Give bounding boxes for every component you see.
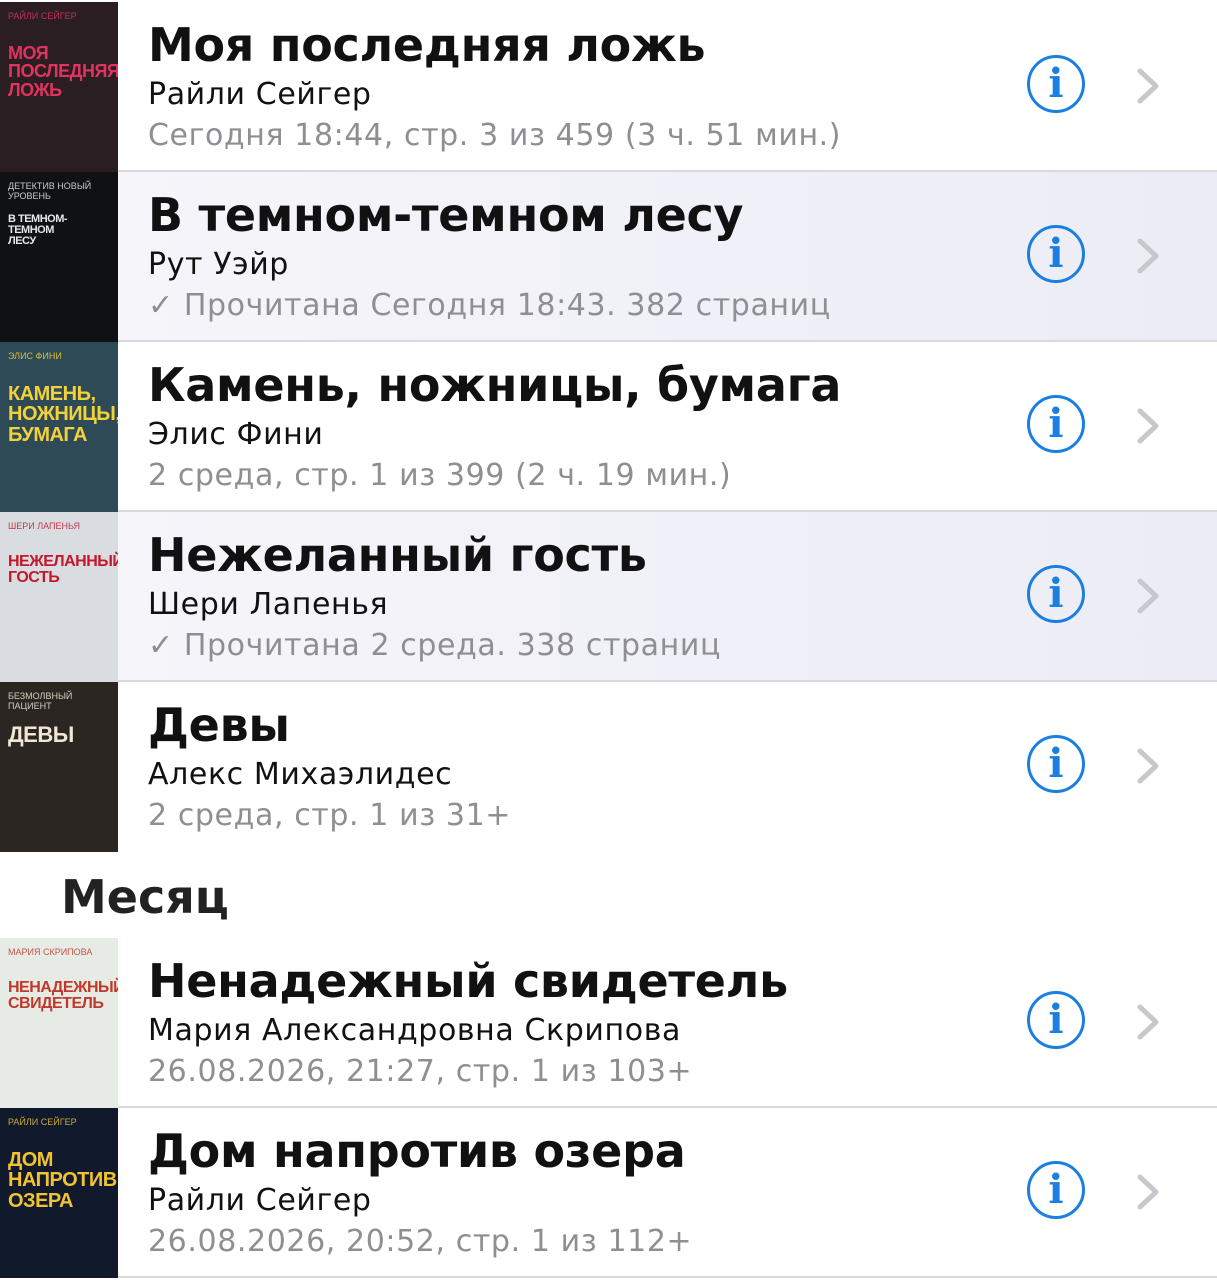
info-icon[interactable]: i [1027, 565, 1085, 623]
chevron-right-icon[interactable] [1132, 1174, 1162, 1210]
chevron-right-icon[interactable] [1132, 68, 1162, 104]
cover-title-line: ЛОЖЬ [8, 79, 62, 100]
info-icon[interactable]: i [1027, 991, 1085, 1049]
cover-small-text: Райли Сейгер [8, 1117, 77, 1127]
book-cover-art: ШЕРИ ЛАПЕНЬЯ НЕЖЕЛАННЫЙ ГОСТЬ [0, 512, 118, 682]
book-author: Шери Лапенья [148, 587, 389, 622]
cover-title-line: В ТЕМНОМ-ТЕМНОМ [8, 213, 68, 237]
book-cover[interactable]: БЕЗМОЛВНЫЙ ПАЦИЕНТ ДЕВЫ [0, 682, 118, 852]
book-progress-status: ✓ Прочитана Сегодня 18:43. 382 страниц [148, 288, 831, 323]
cover-small-text: ЭЛИС ФИНИ [8, 351, 62, 361]
book-author: Райли Сейгер [148, 77, 372, 112]
info-icon[interactable]: i [1027, 395, 1085, 453]
cover-title-line: СВИДЕТЕЛЬ [8, 995, 104, 1013]
cover-small-text: РАЙЛИ СЕЙГЕР [8, 11, 77, 21]
cover-title-line: ПОСЛЕДНЯЯ [8, 61, 118, 82]
book-cover-art: ДЕТЕКТИВ НОВЫЙ УРОВЕНЬ В ТЕМНОМ-ТЕМНОМ ЛЕС… [0, 172, 118, 342]
chevron-right-icon[interactable] [1132, 1004, 1162, 1040]
cover-title-line: МОЯ [8, 43, 49, 63]
cover-small-text: ДЕТЕКТИВ НОВЫЙ УРОВЕНЬ [8, 181, 92, 201]
book-author: Рут Уэйр [148, 247, 289, 282]
book-cover[interactable]: Райли Сейгер ДОМ НАПРОТИВ ОЗЕРА [0, 1108, 118, 1278]
book-row[interactable]: ДЕТЕКТИВ НОВЫЙ УРОВЕНЬ В ТЕМНОМ-ТЕМНОМ ЛЕС… [0, 172, 1217, 342]
cover-title-line: НЕЖЕЛАННЫЙ [8, 553, 118, 570]
book-cover-art: РАЙЛИ СЕЙГЕР МОЯ ПОСЛЕДНЯЯ ЛОЖЬ [0, 2, 118, 172]
book-progress-status: 26.08.2026, 20:52, стр. 1 из 112+ [148, 1224, 693, 1259]
book-title: Моя последняя ложь [148, 18, 706, 72]
cover-title-text: ДЕВЫ [8, 722, 112, 747]
book-cover[interactable]: РАЙЛИ СЕЙГЕР МОЯ ПОСЛЕДНЯЯ ЛОЖЬ [0, 2, 118, 172]
book-row[interactable]: МАРИЯ СКРИПОВА НЕНАДЕЖНЫЙ СВИДЕТЕЛЬ Ненадеж… [0, 938, 1217, 1108]
book-cover[interactable]: ЭЛИС ФИНИ КАМЕНЬ, НОЖНИЦЫ, БУМАГА [0, 342, 118, 512]
book-title: Нежеланный гость [148, 528, 647, 582]
book-cover[interactable]: ШЕРИ ЛАПЕНЬЯ НЕЖЕЛАННЫЙ ГОСТЬ [0, 512, 118, 682]
book-progress-status: Сегодня 18:44, стр. 3 из 459 (3 ч. 51 ми… [148, 118, 842, 153]
cover-title-line: БУМАГА [8, 423, 87, 446]
cover-title-line: ГОСТЬ [8, 569, 60, 587]
book-cover-art: МАРИЯ СКРИПОВА НЕНАДЕЖНЫЙ СВИДЕТЕЛЬ [0, 938, 118, 1108]
book-progress-status: ✓ Прочитана 2 среда. 338 страниц [148, 628, 721, 663]
chevron-right-icon[interactable] [1132, 408, 1162, 444]
cover-title-line: НАПРОТИВ [8, 1169, 117, 1192]
book-progress-status: 2 среда, стр. 1 из 399 (2 ч. 19 мин.) [148, 458, 732, 493]
cover-title-text: ДОМ НАПРОТИВ ОЗЕРА [8, 1149, 117, 1212]
book-title: Камень, ножницы, бумага [148, 358, 842, 412]
book-author: Алекс Михаэлидес [148, 757, 453, 792]
info-icon[interactable]: i [1027, 1161, 1085, 1219]
section-header-month: Месяц [61, 870, 229, 924]
book-author: Элис Фини [148, 417, 324, 452]
cover-title-line: НЕНАДЕЖНЫЙ [8, 979, 118, 996]
book-progress-status: 2 среда, стр. 1 из 31+ [148, 798, 512, 833]
cover-title-line: ЛЕСУ [8, 235, 36, 248]
cover-title-line: ДОМ [8, 1149, 53, 1171]
book-title: Дом напротив озера [148, 1124, 686, 1178]
book-cover-art: БЕЗМОЛВНЫЙ ПАЦИЕНТ ДЕВЫ [0, 682, 118, 852]
book-title: Девы [148, 698, 290, 752]
cover-title-text: КАМЕНЬ, НОЖНИЦЫ, БУМАГА [8, 383, 118, 446]
cover-small-text: МАРИЯ СКРИПОВА [8, 947, 93, 957]
book-author: Райли Сейгер [148, 1183, 372, 1218]
book-cover-art: Райли Сейгер ДОМ НАПРОТИВ ОЗЕРА [0, 1108, 118, 1278]
book-row[interactable]: ЭЛИС ФИНИ КАМЕНЬ, НОЖНИЦЫ, БУМАГА Камень, но… [0, 342, 1217, 512]
cover-title-text: МОЯ ПОСЛЕДНЯЯ ЛОЖЬ [8, 43, 118, 100]
book-cover[interactable]: МАРИЯ СКРИПОВА НЕНАДЕЖНЫЙ СВИДЕТЕЛЬ [0, 938, 118, 1108]
chevron-right-icon[interactable] [1132, 238, 1162, 274]
cover-title-line: ДЕВЫ [8, 722, 74, 747]
book-row[interactable]: РАЙЛИ СЕЙГЕР МОЯ ПОСЛЕДНЯЯ ЛОЖЬ Моя последня… [0, 2, 1217, 172]
cover-title-text: В ТЕМНОМ-ТЕМНОМ ЛЕСУ [8, 213, 112, 248]
cover-title-line: НОЖНИЦЫ, [8, 403, 118, 426]
book-title: Ненадежный свидетель [148, 954, 788, 1008]
cover-small-text: ШЕРИ ЛАПЕНЬЯ [8, 521, 81, 531]
chevron-right-icon[interactable] [1132, 578, 1162, 614]
book-cover-art: ЭЛИС ФИНИ КАМЕНЬ, НОЖНИЦЫ, БУМАГА [0, 342, 118, 512]
book-row[interactable]: Райли Сейгер ДОМ НАПРОТИВ ОЗЕРА Дом напротив… [0, 1108, 1217, 1278]
cover-title-text: НЕНАДЕЖНЫЙ СВИДЕТЕЛЬ [8, 979, 118, 1013]
chevron-right-icon[interactable] [1132, 748, 1162, 784]
cover-title-line: КАМЕНЬ, [8, 383, 96, 405]
info-icon[interactable]: i [1027, 735, 1085, 793]
cover-title-text: НЕЖЕЛАННЫЙ ГОСТЬ [8, 553, 118, 587]
book-row[interactable]: БЕЗМОЛВНЫЙ ПАЦИЕНТ ДЕВЫ Девы Алекс Михаэлид… [0, 682, 1217, 852]
cover-small-text: БЕЗМОЛВНЫЙ ПАЦИЕНТ [8, 691, 73, 711]
book-cover[interactable]: ДЕТЕКТИВ НОВЫЙ УРОВЕНЬ В ТЕМНОМ-ТЕМНОМ ЛЕС… [0, 172, 118, 342]
info-icon[interactable]: i [1027, 55, 1085, 113]
info-icon[interactable]: i [1027, 225, 1085, 283]
book-author: Мария Александровна Скрипова [148, 1013, 681, 1048]
book-title: В темном-темном лесу [148, 188, 744, 242]
book-row[interactable]: ШЕРИ ЛАПЕНЬЯ НЕЖЕЛАННЫЙ ГОСТЬ Нежеланный го… [0, 512, 1217, 682]
cover-title-line: ОЗЕРА [8, 1189, 73, 1212]
book-progress-status: 26.08.2026, 21:27, стр. 1 из 103+ [148, 1054, 693, 1089]
